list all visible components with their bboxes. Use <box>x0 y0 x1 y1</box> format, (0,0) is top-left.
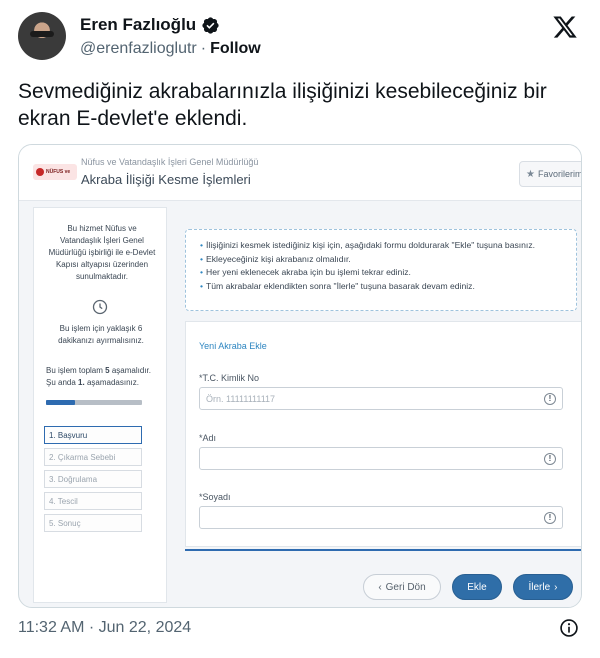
logo-text: NÜFUS ve <box>46 169 71 175</box>
organization-name: Nüfus ve Vatandaşlık İşleri Genel Müdürl… <box>81 157 259 167</box>
tc-kimlik-label: *T.C. Kimlik No <box>199 373 260 383</box>
back-button-label: Geri Dön <box>385 581 426 593</box>
stage-suffix: aşamadasınız. <box>86 378 139 387</box>
add-button[interactable]: Ekle <box>452 574 502 600</box>
service-info-text: Bu hizmet Nüfus ve Vatandaşlık İşleri Ge… <box>48 224 156 281</box>
instruction-line: • Her yeni eklenecek akraba için bu işlem… <box>200 266 576 280</box>
service-title: Akraba İlişiği Kesme İşlemleri <box>81 172 251 187</box>
bullet-icon: • <box>200 253 204 264</box>
chevron-right-icon: › <box>554 581 558 593</box>
verified-badge-icon <box>202 16 219 34</box>
instruction-text: Her yeni eklenecek akraba için bu işlemi… <box>206 267 411 277</box>
step-4-tescil[interactable]: 4. Tescil <box>44 492 142 510</box>
add-relative-form: Yeni Akraba Ekle *T.C. Kimlik No Örn. 11… <box>185 321 581 547</box>
stage-info: Bu işlem toplam 5 aşamalıdır. Şu anda 1.… <box>46 365 158 389</box>
author-avatar[interactable] <box>18 12 66 60</box>
tweet-text: Sevmediğiniz akrabalarınızla ilişiğinizi… <box>18 80 547 130</box>
stage-progress-fill <box>46 400 75 405</box>
stage-total: 5 <box>105 366 110 375</box>
next-button[interactable]: İlerle › <box>513 574 573 600</box>
gov-header: NÜFUS ve Nüfus ve Vatandaşlık İşleri Gen… <box>19 145 582 201</box>
handle-separator: · <box>200 40 207 57</box>
logo-emblem-icon <box>36 168 44 176</box>
instruction-line: • Tüm akrabalar eklendikten sonra "İlerle… <box>200 280 576 294</box>
follow-button[interactable]: Follow <box>210 40 261 58</box>
surname-label: *Soyadı <box>199 492 231 502</box>
x-logo-icon[interactable] <box>552 14 578 40</box>
step-list: 1. Başvuru 2. Çıkarma Sebebi 3. Doğrulam… <box>44 426 142 536</box>
estimated-time-text: Bu işlem için yaklaşık 6 dakikanızı ayır… <box>58 324 144 345</box>
tweet-media-image[interactable]: NÜFUS ve Nüfus ve Vatandaşlık İşleri Gen… <box>18 144 582 608</box>
surname-input[interactable]: ! <box>199 506 563 529</box>
clock-icon <box>92 299 108 315</box>
add-button-label: Ekle <box>467 581 487 593</box>
bullet-icon: • <box>200 240 204 250</box>
step-5-sonuc[interactable]: 5. Sonuç <box>44 514 142 532</box>
sidebar: Bu hizmet Nüfus ve Vatandaşlık İşleri Ge… <box>33 207 167 603</box>
tc-kimlik-placeholder: Örn. 11111111117 <box>206 393 276 404</box>
handle-row: @erenfazlioglutr · Follow <box>80 40 261 58</box>
stage-current: 1. <box>78 378 85 387</box>
name-input[interactable]: ! <box>199 447 563 470</box>
info-icon[interactable]: ! <box>544 393 556 405</box>
name-label: *Adı <box>199 433 217 443</box>
stage-prefix: Bu işlem toplam <box>46 366 103 375</box>
tc-kimlik-input[interactable]: Örn. 11111111117 ! <box>199 387 563 410</box>
nvi-logo: NÜFUS ve <box>33 164 77 180</box>
chevron-left-icon: ‹ <box>378 581 382 593</box>
step-2-cikarma-sebebi[interactable]: 2. Çıkarma Sebebi <box>44 448 142 466</box>
instruction-line: • İlişiğinizi kesmek istediğiniz kişi içi… <box>200 239 576 253</box>
info-icon[interactable]: ! <box>544 453 556 465</box>
instruction-text: İlişiğinizi kesmek istediğiniz kişi için… <box>206 240 536 250</box>
stage-progress-bar <box>46 400 142 405</box>
author-handle[interactable]: @erenfazlioglutr <box>80 40 197 58</box>
star-icon: ★ <box>526 168 535 180</box>
author-display-name[interactable]: Eren Fazlıoğlu <box>80 15 196 35</box>
step-1-basvuru[interactable]: 1. Başvuru <box>44 426 142 444</box>
tweet-header: Eren Fazlıoğlu @erenfazlioglutr · Follow <box>18 12 582 68</box>
favorites-label: Favorilerime <box>537 169 582 179</box>
bullet-icon: • <box>200 267 204 277</box>
bullet-icon: • <box>200 280 204 291</box>
tweet-timestamp[interactable]: 11:32 AM · Jun 22, 2024 <box>18 619 191 637</box>
form-heading: Yeni Akraba Ekle <box>199 341 267 351</box>
back-button[interactable]: ‹ Geri Dön <box>363 574 441 600</box>
instructions-box: • İlişiğinizi kesmek istediğiniz kişi içi… <box>185 229 577 311</box>
instruction-line: • Ekleyeceğiniz kişi akrabanız olmalıdır. <box>200 253 576 267</box>
favorites-button[interactable]: ★ Favorilerime <box>519 161 582 187</box>
info-icon[interactable]: ! <box>544 512 556 524</box>
instruction-text: Ekleyeceğiniz kişi akrabanız olmalıdır. <box>206 253 351 264</box>
next-button-label: İlerle <box>528 581 551 593</box>
info-circle-icon[interactable] <box>559 618 579 638</box>
author-name-row: Eren Fazlıoğlu <box>80 15 220 35</box>
instruction-text: Tüm akrabalar eklendikten sonra "İlerle"… <box>206 280 475 291</box>
form-action-bar: ‹ Geri Dön Ekle İlerle › <box>185 549 581 607</box>
step-3-dogrulama[interactable]: 3. Doğrulama <box>44 470 142 488</box>
